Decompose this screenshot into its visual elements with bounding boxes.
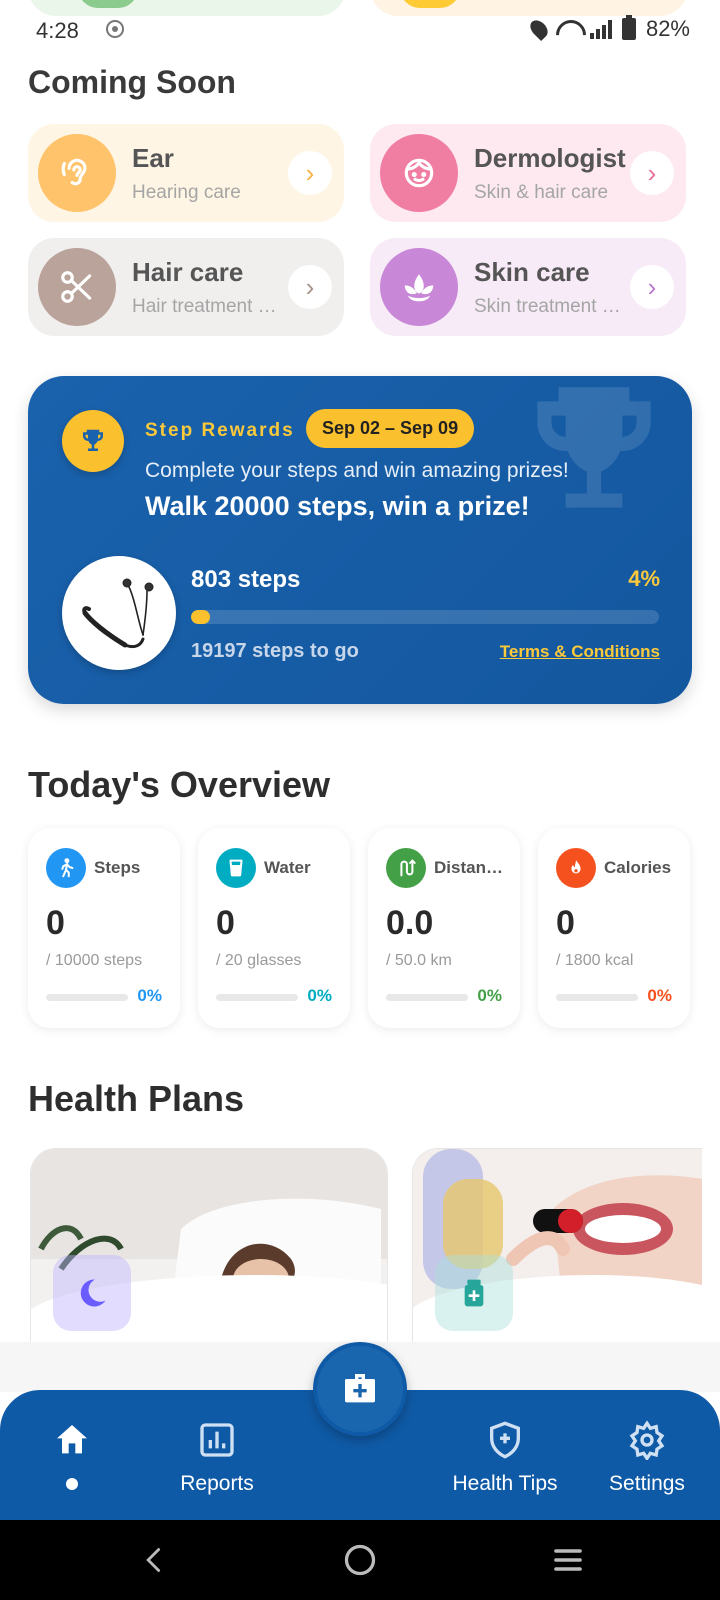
chevron-right-icon[interactable]: › xyxy=(630,151,674,195)
system-navigation-bar xyxy=(0,1520,720,1600)
overview-card-title: Water xyxy=(264,858,311,877)
coming-card-skin-care[interactable]: Skin care Skin treatment … › xyxy=(370,238,686,336)
coming-card-hair-care[interactable]: Hair care Hair treatment … › xyxy=(28,238,344,336)
overview-progress-bar xyxy=(386,994,468,1001)
face-icon xyxy=(380,134,458,212)
status-icons: 82% xyxy=(526,15,690,42)
coming-card-ear[interactable]: Ear Hearing care › xyxy=(28,124,344,222)
overview-card-goal: / 10000 steps xyxy=(46,952,143,969)
lotus-icon xyxy=(380,248,458,326)
overview-card-goal: / 50.0 km xyxy=(386,952,452,969)
overview-progress-bar xyxy=(556,994,638,1001)
glass-icon xyxy=(216,848,256,888)
reward-date-badge: Sep 02 – Sep 09 xyxy=(306,409,475,448)
overview-progress-bar xyxy=(216,994,298,1001)
overview-card-goal: / 1800 kcal xyxy=(556,952,634,969)
overview-progress-bar xyxy=(46,994,128,1001)
nav-reports[interactable]: Reports xyxy=(162,1390,272,1520)
walk-icon xyxy=(46,848,86,888)
overview-card-percent: 0% xyxy=(137,986,162,1005)
overview-card-percent: 0% xyxy=(647,986,672,1005)
coming-card-subtitle: Skin & hair care xyxy=(474,181,609,203)
overview-card-title: Calories xyxy=(604,858,672,877)
health-plans-title: Health Plans xyxy=(28,1078,245,1119)
chevron-right-icon[interactable]: › xyxy=(288,265,332,309)
nav-label: Settings xyxy=(609,1472,685,1495)
earphones-prize-image xyxy=(62,556,176,670)
coming-card-dermologist[interactable]: Dermologist Skin & hair care › xyxy=(370,124,686,222)
overview-card-title: Steps xyxy=(94,858,141,877)
nav-settings[interactable]: Settings xyxy=(596,1390,698,1520)
overview-card-water[interactable]: Water 0 / 20 glasses 0% xyxy=(198,828,350,1028)
reward-progress-bar xyxy=(191,610,659,624)
nav-home[interactable] xyxy=(42,1390,102,1520)
previous-card-peek xyxy=(28,0,346,16)
previous-card-peek xyxy=(370,0,688,16)
home-icon xyxy=(57,1425,87,1454)
battery-icon xyxy=(621,15,636,40)
overview-card-percent: 0% xyxy=(477,986,502,1005)
coming-card-subtitle: Hair treatment … xyxy=(132,295,277,317)
home-circle-icon[interactable] xyxy=(338,1540,382,1580)
overview-card-title: Distan… xyxy=(434,858,503,877)
chevron-right-icon[interactable]: › xyxy=(288,151,332,195)
overview-card-distance[interactable]: Distan… 0.0 / 50.0 km 0% xyxy=(368,828,520,1028)
gps-icon xyxy=(106,20,124,38)
overview-card-value: 0 xyxy=(556,904,575,942)
scissors-icon xyxy=(38,248,116,326)
nav-label: Health Tips xyxy=(452,1472,558,1495)
medical-kit-icon xyxy=(345,1374,375,1403)
back-icon[interactable] xyxy=(132,1540,176,1580)
health-plan-card-medication[interactable] xyxy=(412,1148,702,1348)
location-icon xyxy=(526,16,551,42)
coming-soon-title: Coming Soon xyxy=(28,64,236,100)
coming-card-subtitle: Skin treatment … xyxy=(474,295,621,317)
shield-plus-icon xyxy=(490,1421,520,1459)
route-icon xyxy=(386,848,426,888)
wifi-icon xyxy=(556,20,580,38)
medical-kit-fab-button[interactable] xyxy=(313,1342,407,1436)
signal-icon xyxy=(589,19,612,39)
status-time: 4:28 xyxy=(36,18,79,43)
medicine-bottle-icon xyxy=(435,1255,513,1331)
reward-headline: Walk 20000 steps, win a prize! xyxy=(145,491,530,521)
chevron-right-icon[interactable]: › xyxy=(630,265,674,309)
nav-health-tips[interactable]: Health Tips xyxy=(440,1390,570,1520)
overview-card-percent: 0% xyxy=(307,986,332,1005)
step-rewards-card[interactable]: Step Rewards Sep 02 – Sep 09 Complete yo… xyxy=(28,376,692,704)
moon-icon xyxy=(53,1255,131,1331)
trophy-watermark-icon xyxy=(537,387,651,508)
battery-percent: 82% xyxy=(645,16,690,41)
reward-percent: 4% xyxy=(628,566,660,591)
reward-description: Complete your steps and win amazing priz… xyxy=(145,459,569,482)
reward-steps-count: 803 steps xyxy=(191,566,301,593)
health-plan-card-sleep[interactable] xyxy=(30,1148,388,1348)
flame-icon xyxy=(556,848,596,888)
reward-progress-fill xyxy=(191,610,210,624)
coming-card-subtitle: Hearing care xyxy=(132,181,241,203)
overview-card-value: 0 xyxy=(216,904,235,942)
ear-icon xyxy=(38,134,116,212)
overview-card-value: 0 xyxy=(46,904,65,942)
active-indicator xyxy=(66,1478,78,1490)
step-rewards-label: Step Rewards xyxy=(145,420,295,441)
overview-card-calories[interactable]: Calories 0 / 1800 kcal 0% xyxy=(538,828,690,1028)
overview-title: Today's Overview xyxy=(28,764,331,805)
terms-link[interactable]: Terms & Conditions xyxy=(500,642,660,662)
overview-card-goal: / 20 glasses xyxy=(216,952,302,969)
status-bar: 4:28 82% xyxy=(0,0,720,58)
trophy-icon xyxy=(62,410,124,472)
nav-label: Reports xyxy=(180,1472,254,1495)
reward-steps-to-go: 19197 steps to go xyxy=(191,640,359,662)
bar-chart-icon xyxy=(200,1423,234,1457)
gear-icon xyxy=(629,1420,665,1460)
recents-icon[interactable] xyxy=(546,1540,590,1580)
overview-card-steps[interactable]: Steps 0 / 10000 steps 0% xyxy=(28,828,180,1028)
overview-card-value: 0.0 xyxy=(386,904,434,942)
